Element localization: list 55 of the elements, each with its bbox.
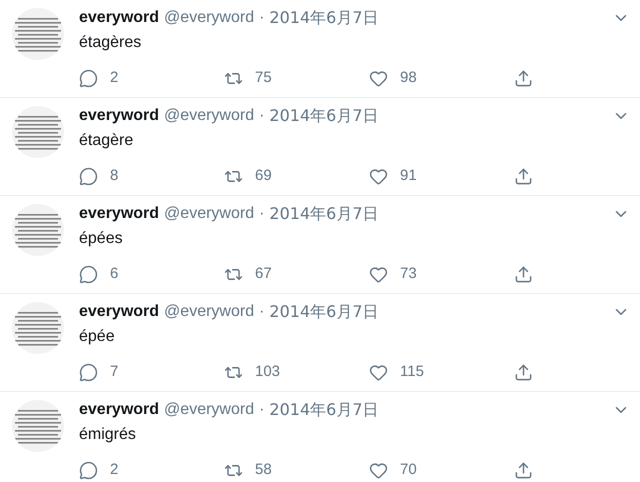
retweet-count: 58 [255, 460, 272, 480]
reply-icon[interactable] [79, 264, 98, 284]
tweet-date[interactable]: 2014年6月7日 [269, 202, 378, 226]
author-name[interactable]: everyword [79, 398, 160, 422]
tweet-date[interactable]: 2014年6月7日 [269, 6, 378, 30]
like-count: 70 [400, 460, 417, 480]
separator-dot: · [259, 302, 264, 322]
heart-icon[interactable] [369, 362, 388, 382]
author-name[interactable]: everyword [79, 6, 160, 30]
share-icon[interactable] [514, 68, 533, 88]
heart-icon[interactable] [369, 264, 388, 284]
separator-dot: · [259, 8, 264, 28]
author-name[interactable]: everyword [79, 104, 160, 128]
retweet-count: 69 [255, 166, 272, 186]
reply-count: 6 [110, 264, 118, 284]
reply-count: 2 [110, 460, 118, 480]
retweet-count: 75 [255, 68, 272, 88]
author-handle[interactable]: @everyword [164, 398, 254, 422]
share-icon[interactable] [514, 362, 533, 382]
tweet-text: étagères [79, 33, 142, 53]
heart-icon[interactable] [369, 460, 388, 480]
reply-icon[interactable] [79, 362, 98, 382]
tweet-date[interactable]: 2014年6月7日 [269, 104, 378, 128]
separator-dot: · [259, 400, 264, 420]
author-handle[interactable]: @everyword [164, 104, 254, 128]
separator-dot: · [259, 106, 264, 126]
author-name[interactable]: everyword [79, 300, 160, 324]
author-handle[interactable]: @everyword [164, 202, 254, 226]
reply-icon[interactable] [79, 166, 98, 186]
retweet-count: 103 [255, 362, 280, 382]
reply-count: 7 [110, 362, 118, 382]
reply-icon[interactable] [79, 68, 98, 88]
retweet-count: 67 [255, 264, 272, 284]
author-handle[interactable]: @everyword [164, 6, 254, 30]
heart-icon[interactable] [369, 68, 388, 88]
share-icon[interactable] [514, 166, 533, 186]
like-count: 115 [400, 362, 424, 382]
tweet-text: étagère [79, 131, 134, 151]
reply-count: 2 [110, 68, 118, 88]
like-count: 91 [400, 166, 417, 186]
like-count: 98 [400, 68, 417, 88]
like-count: 73 [400, 264, 417, 284]
separator-dot: · [259, 204, 264, 224]
reply-icon[interactable] [79, 460, 98, 480]
tweet-text: émigrés [79, 425, 137, 445]
reply-count: 8 [110, 166, 118, 186]
share-icon[interactable] [514, 460, 533, 480]
tweet-date[interactable]: 2014年6月7日 [269, 398, 378, 422]
tweet-text: épée [79, 327, 116, 347]
share-icon[interactable] [514, 264, 533, 284]
author-name[interactable]: everyword [79, 202, 160, 226]
author-handle[interactable]: @everyword [164, 300, 254, 324]
tweet-date[interactable]: 2014年6月7日 [269, 300, 378, 324]
tweet-text: épées [79, 229, 124, 249]
heart-icon[interactable] [369, 166, 388, 186]
